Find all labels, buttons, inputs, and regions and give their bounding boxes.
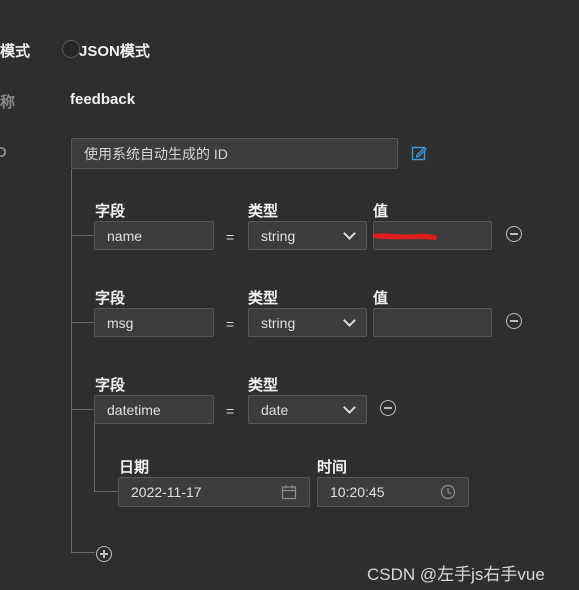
- type-select[interactable]: date: [248, 395, 367, 424]
- tree-branch: [71, 552, 95, 553]
- minus-circle-icon[interactable]: [380, 400, 396, 416]
- field-name-input[interactable]: datetime: [94, 395, 214, 424]
- field-label: 字段: [95, 290, 126, 307]
- tree-sub-branch: [94, 491, 118, 492]
- minus-circle-icon[interactable]: [506, 226, 522, 242]
- equals-sign: =: [226, 229, 235, 245]
- type-select-value: string: [261, 227, 296, 244]
- equals-sign: =: [226, 403, 235, 419]
- json-mode-radio[interactable]: [62, 40, 80, 58]
- tree-sub-line: [94, 423, 95, 491]
- json-mode-label[interactable]: JSON模式: [79, 40, 150, 61]
- type-select[interactable]: string: [248, 221, 367, 250]
- time-input[interactable]: 10:20:45: [317, 477, 469, 507]
- chevron-down-icon: [343, 401, 356, 414]
- type-select-value: string: [261, 314, 296, 331]
- field-label: 字段: [95, 377, 126, 394]
- field-name-input[interactable]: name: [94, 221, 214, 250]
- redaction-mark: [372, 228, 438, 240]
- field-name-input[interactable]: msg: [94, 308, 214, 337]
- date-label: 日期: [119, 459, 150, 476]
- calendar-icon: [281, 484, 297, 500]
- type-select-value: date: [261, 401, 289, 418]
- id-label: D: [0, 144, 7, 161]
- type-label: 类型: [248, 203, 279, 220]
- date-input[interactable]: 2022-11-17: [118, 477, 310, 507]
- clock-icon: [440, 484, 456, 500]
- value-label: 值: [373, 290, 389, 307]
- time-label: 时间: [317, 459, 348, 476]
- date-value: 2022-11-17: [131, 484, 202, 500]
- edit-icon[interactable]: [411, 145, 427, 161]
- tree-branch: [71, 322, 94, 323]
- mode-label: 模式: [0, 43, 31, 60]
- value-label: 值: [373, 203, 389, 220]
- type-select[interactable]: string: [248, 308, 367, 337]
- collection-name: feedback: [70, 91, 136, 108]
- time-value: 10:20:45: [330, 484, 385, 500]
- tree-branch: [71, 409, 94, 410]
- plus-circle-icon[interactable]: [96, 546, 112, 562]
- value-input[interactable]: [373, 308, 492, 337]
- tree-main-line: [71, 169, 72, 552]
- minus-circle-icon[interactable]: [506, 313, 522, 329]
- name-label: 称: [0, 94, 16, 111]
- id-input[interactable]: 使用系统自动生成的 ID: [71, 138, 398, 169]
- type-label: 类型: [248, 377, 279, 394]
- equals-sign: =: [226, 316, 235, 332]
- chevron-down-icon: [343, 314, 356, 327]
- tree-branch: [71, 235, 94, 236]
- watermark: CSDN @左手js右手vue: [367, 565, 545, 584]
- type-label: 类型: [248, 290, 279, 307]
- chevron-down-icon: [343, 227, 356, 240]
- field-label: 字段: [95, 203, 126, 220]
